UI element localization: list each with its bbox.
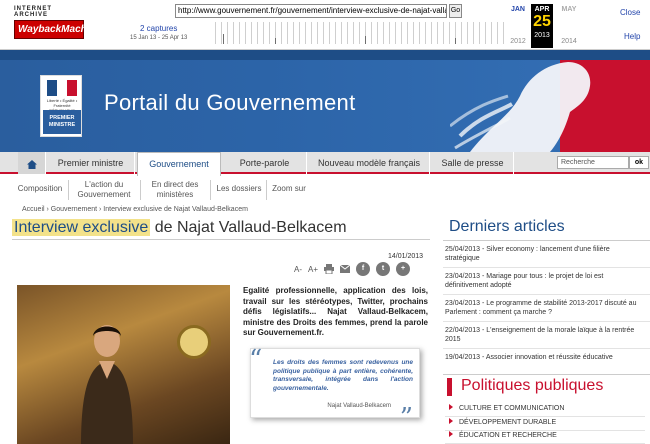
twitter-icon[interactable]: t (376, 262, 391, 276)
search-ok-button[interactable]: ok (629, 156, 649, 169)
french-flag-icon (47, 80, 77, 96)
font-decrease-button[interactable]: A- (294, 265, 302, 274)
wayback-logo-top: INTERNET ARCHIVE (14, 6, 52, 18)
article-title: Interview exclusive de Najat Vallaud-Bel… (12, 219, 347, 237)
wayback-logo[interactable]: INTERNET ARCHIVE WaybackMachine (14, 6, 101, 44)
subnav-item-dossiers[interactable]: Les dossiers (213, 184, 265, 194)
main-nav: Premier ministre Gouvernement Porte-paro… (0, 152, 650, 176)
sidebar-article-link[interactable]: 23/04/2013 - Mariage pour tous : le proj… (445, 272, 645, 290)
font-increase-button[interactable]: A+ (308, 265, 318, 274)
subnav-divider (68, 180, 69, 200)
politiques-item-label: ÉDUCATION ET RECHERCHE (459, 432, 557, 439)
wayback-cur-month: APR (534, 6, 550, 13)
wayback-current-capture: APR 25 2013 (531, 4, 553, 48)
photo-person-icon (81, 325, 133, 444)
sidebar-separator (443, 294, 650, 295)
arrow-right-icon (449, 431, 453, 437)
quote-author: Najat Vallaud-Belkacem (327, 403, 391, 409)
politiques-item-label: DÉVELOPPEMENT DURABLE (459, 419, 557, 426)
wayback-next-month: MAY (561, 6, 577, 13)
subnav-item-composition[interactable]: Composition (14, 184, 66, 194)
wayback-next-year: 2014 (561, 38, 577, 45)
site-banner: Liberté • Égalité • Fraternité RÉPUBLIQU… (0, 50, 650, 152)
sidebar-separator (443, 321, 650, 322)
print-icon[interactable] (324, 264, 335, 274)
article-quote: “ Les droits des femmes sont redevenus u… (249, 345, 420, 433)
wayback-go-button[interactable]: Go (449, 4, 462, 18)
share-icon[interactable]: + (396, 262, 411, 276)
sidebar-article-link[interactable]: 19/04/2013 - Associer innovation et réus… (445, 353, 645, 362)
sidebar-separator (443, 267, 650, 268)
wayback-toolbar: INTERNET ARCHIVE WaybackMachine http://w… (0, 0, 650, 50)
wayback-close-link[interactable]: Close (620, 8, 640, 17)
sidebar-title: Derniers articles (449, 218, 565, 235)
breadcrumb[interactable]: Accueil › Gouvernement › Interview exclu… (22, 206, 248, 213)
article-divider (12, 239, 430, 240)
politiques-item[interactable]: ÉDUCATION ET RECHERCHE (445, 431, 645, 444)
politiques-item[interactable]: DÉVELOPPEMENT DURABLE (445, 418, 645, 431)
subnav-item-zoom[interactable]: Zoom sur (268, 184, 310, 194)
timeline-tick (365, 36, 366, 44)
subnav-item-ministeres[interactable]: En direct des ministères (144, 180, 206, 200)
wayback-logo-main: WaybackMachine (14, 20, 101, 39)
marianne-icon (450, 62, 591, 152)
wayback-cur-day: 25 (533, 13, 551, 30)
sidebar-article-link[interactable]: 22/04/2013 - L'enseignement de la morale… (445, 326, 645, 344)
article-date: 14/01/2013 (388, 253, 424, 260)
article-tools: A- A+ f t + (294, 262, 411, 276)
nav-item-nouveau-modele[interactable]: Nouveau modèle français (309, 152, 430, 174)
sub-nav: Composition L'action du Gouvernement En … (0, 176, 440, 202)
timeline-tick (275, 38, 276, 44)
subnav-divider (140, 180, 141, 200)
wayback-cur-year: 2013 (534, 32, 550, 39)
close-quote-icon: ” (399, 403, 413, 433)
republique-francaise-logo[interactable]: Liberté • Égalité • Fraternité RÉPUBLIQU… (40, 75, 82, 137)
timeline-tick (455, 38, 456, 44)
home-icon (26, 160, 37, 169)
sidebar-article-link[interactable]: 23/04/2013 - Le programme de stabilité 2… (445, 299, 645, 317)
wayback-url-input[interactable]: http://www.gouvernement.fr/gouvernement/… (175, 4, 447, 18)
wayback-capture-range: 15 Jan 13 - 25 Apr 13 (130, 35, 188, 41)
nav-home-button[interactable] (18, 152, 46, 174)
wayback-help-link[interactable]: Help (624, 32, 640, 41)
subnav-item-action[interactable]: L'action du Gouvernement (72, 180, 136, 200)
wayback-prev-month[interactable]: JAN (507, 6, 529, 13)
wayback-captures-link[interactable]: 2 captures (140, 24, 177, 33)
nav-item-porte-parole[interactable]: Porte-parole (223, 152, 307, 174)
sidebar-separator (443, 348, 650, 349)
article-intro: Egalité professionnelle, application des… (243, 286, 428, 337)
sidebar-article-link[interactable]: 25/04/2013 - Silver economy : lancement … (445, 245, 645, 263)
nav-item-premier-ministre[interactable]: Premier ministre (47, 152, 135, 174)
politiques-title: Politiques publiques (461, 377, 604, 394)
open-quote-icon: “ (249, 345, 263, 375)
article-title-rest: de Najat Vallaud-Belkacem (150, 219, 347, 236)
facebook-icon[interactable]: f (356, 262, 371, 276)
subnav-divider (266, 180, 267, 200)
sidebar-divider (443, 240, 650, 241)
page: INTERNET ARCHIVE WaybackMachine http://w… (0, 0, 650, 444)
arrow-right-icon (449, 404, 453, 410)
nav-item-salle-de-presse[interactable]: Salle de presse (432, 152, 514, 174)
nav-item-gouvernement[interactable]: Gouvernement (137, 152, 221, 176)
quote-text: Les droits des femmes sont redevenus une… (273, 359, 413, 392)
photo-clock-icon (177, 325, 211, 359)
logo-pm-text: PREMIER MINISTRE (43, 110, 81, 134)
politiques-header: Politiques publiques (443, 374, 650, 400)
timeline-tick (223, 34, 224, 44)
arrow-right-icon (449, 418, 453, 424)
site-title[interactable]: Portail du Gouvernement (104, 90, 355, 116)
article-title-highlight: Interview exclusive (12, 219, 151, 236)
politiques-item-label: CULTURE ET COMMUNICATION (459, 405, 565, 412)
politiques-item[interactable]: CULTURE ET COMMUNICATION (445, 404, 645, 417)
wayback-timeline[interactable] (215, 22, 505, 44)
subnav-divider (210, 180, 211, 200)
politiques-bar (447, 378, 452, 396)
wayback-prev-year[interactable]: 2012 (507, 38, 529, 45)
article-photo (17, 285, 230, 444)
email-icon[interactable] (340, 265, 351, 273)
search-input[interactable]: Recherche (557, 156, 629, 169)
